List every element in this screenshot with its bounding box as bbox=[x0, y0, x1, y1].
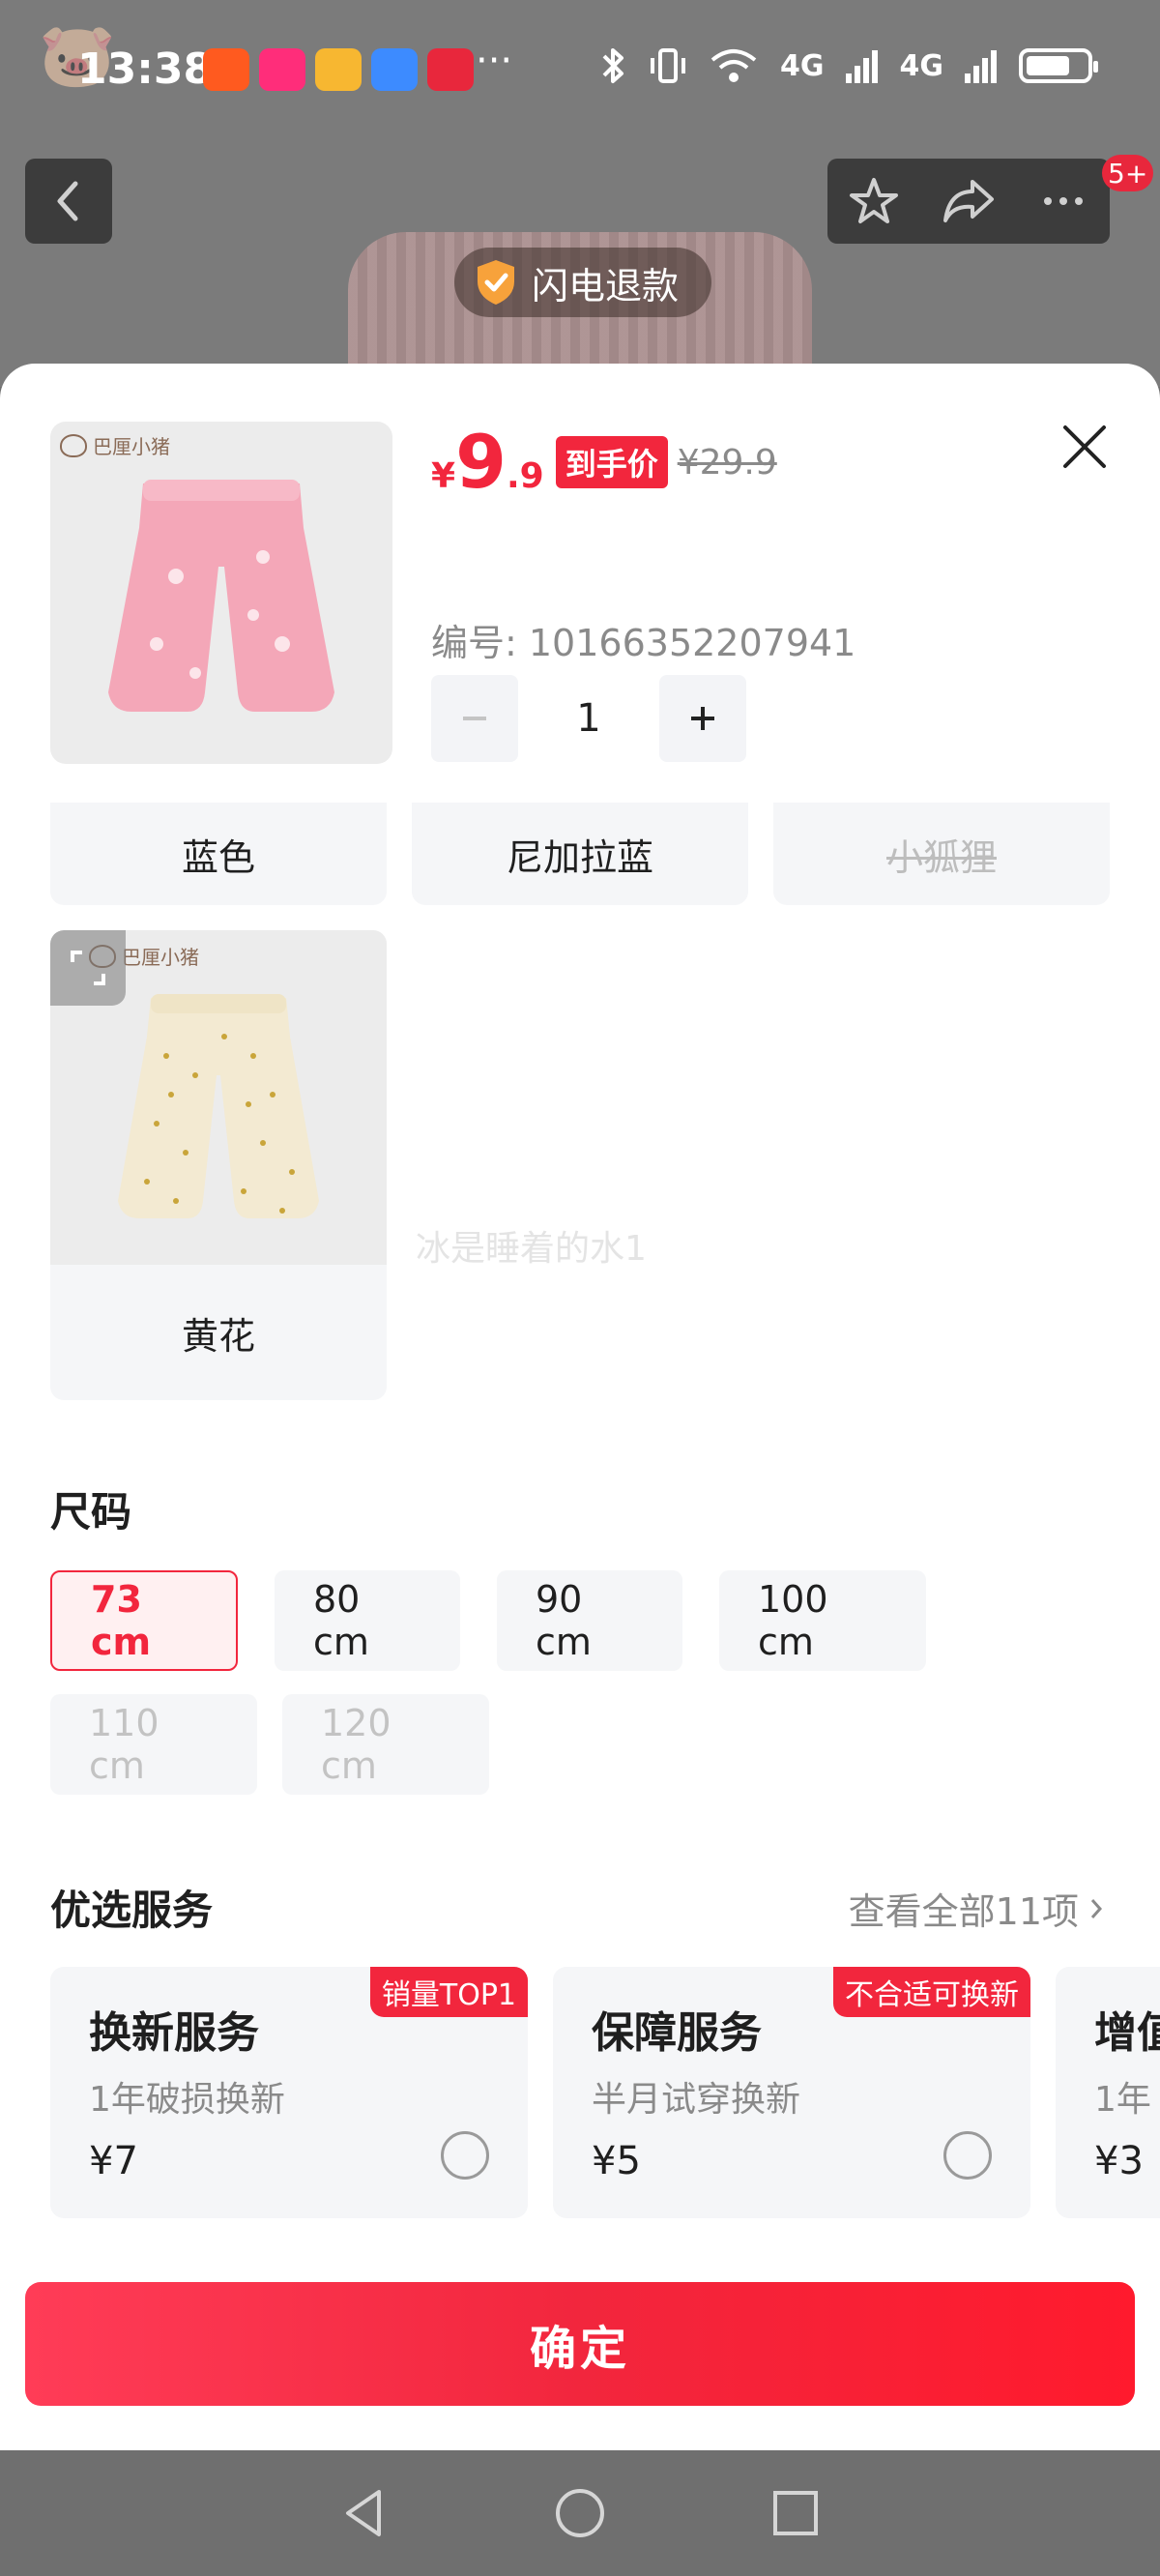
expand-image-button[interactable] bbox=[50, 930, 126, 1006]
brand-name: 巴厘小猪 bbox=[93, 435, 170, 458]
sku-number: 编号: 10166352207941 bbox=[431, 622, 856, 664]
status-system-icons: 4G 4G bbox=[600, 46, 1098, 85]
service-select-radio[interactable] bbox=[943, 2131, 992, 2180]
video-app-icon bbox=[259, 48, 305, 91]
size-option-100[interactable]: 100 cm bbox=[719, 1570, 926, 1671]
color-option-row: 蓝色 尼加拉蓝 小狐狸 bbox=[50, 803, 1110, 905]
price-currency: ¥ bbox=[431, 456, 456, 496]
pink-pants-image bbox=[108, 480, 334, 712]
color-option-niagara-blue[interactable]: 尼加拉蓝 bbox=[412, 803, 748, 905]
vibrate-icon bbox=[651, 48, 685, 83]
service-description: 1年破损换新 bbox=[89, 2080, 285, 2120]
top-action-group bbox=[827, 159, 1110, 244]
size-option-110: 110 cm bbox=[50, 1694, 257, 1795]
status-notification-icons bbox=[203, 48, 474, 91]
nav-recents-square-icon[interactable] bbox=[771, 2489, 820, 2537]
network-4g-label-2: 4G bbox=[899, 48, 944, 83]
lightning-refund-pill: 闪电退款 bbox=[454, 248, 711, 317]
service-name: 增值 bbox=[1094, 2008, 1160, 2058]
battery-icon bbox=[1019, 48, 1098, 83]
service-description: 1年 bbox=[1094, 2080, 1151, 2120]
service-section-title: 优选服务 bbox=[50, 1887, 214, 1934]
color-option-blue[interactable]: 蓝色 bbox=[50, 803, 387, 905]
size-option-120: 120 cm bbox=[282, 1694, 489, 1795]
status-bar: 13:38 ··· 4G 4G bbox=[0, 0, 1160, 145]
service-select-radio[interactable] bbox=[441, 2131, 489, 2180]
confirm-button[interactable]: 确定 bbox=[25, 2282, 1135, 2406]
sku-selection-sheet: 巴厘小猪 ¥ 9 .9 到手价 ¥29.9 编号: 10166352207941… bbox=[0, 364, 1160, 2450]
watermark-text: 冰是睡着的水1 bbox=[416, 1229, 647, 1269]
status-more-icon: ··· bbox=[476, 39, 513, 83]
wifi-icon bbox=[710, 49, 757, 82]
signal-icon-2 bbox=[965, 50, 997, 83]
color-option-label: 黄花 bbox=[181, 1314, 255, 1358]
plus-icon bbox=[691, 707, 714, 730]
system-navigation-bar bbox=[0, 2450, 1160, 2576]
network-4g-label: 4G bbox=[780, 48, 825, 83]
nav-back-triangle-icon[interactable] bbox=[340, 2486, 389, 2540]
service-price: ¥3 bbox=[1094, 2139, 1144, 2183]
view-all-label: 查看全部11项 bbox=[848, 1890, 1079, 1933]
expand-icon bbox=[71, 951, 105, 985]
quantity-stepper: 1 bbox=[431, 675, 746, 762]
pig-logo-icon bbox=[60, 433, 87, 457]
product-thumbnail[interactable]: 巴厘小猪 bbox=[50, 422, 392, 764]
yellow-pants-image: 巴厘小猪 bbox=[50, 930, 387, 1265]
service-badge: 销量TOP1 bbox=[369, 1967, 528, 2017]
service-description: 半月试穿换新 bbox=[592, 2080, 801, 2120]
service-card-protection[interactable]: 不合适可换新 保障服务 半月试穿换新 ¥5 bbox=[553, 1967, 1030, 2218]
price-decimal: .9 bbox=[506, 456, 544, 496]
nav-home-circle-icon[interactable] bbox=[553, 2486, 607, 2540]
decrement-button[interactable] bbox=[431, 675, 518, 762]
minus-icon bbox=[463, 717, 486, 720]
price-integer: 9 bbox=[455, 419, 507, 505]
shield-check-icon bbox=[478, 260, 514, 305]
back-button[interactable] bbox=[25, 159, 112, 244]
favorite-star-icon[interactable] bbox=[847, 174, 901, 228]
service-card-value-added[interactable]: 增值 1年 ¥3 bbox=[1056, 1967, 1160, 2218]
size-section-title: 尺码 bbox=[50, 1488, 132, 1536]
status-time: 13:38 bbox=[77, 44, 214, 94]
chevron-right-icon bbox=[1090, 1898, 1103, 1918]
final-price-tag: 到手价 bbox=[555, 436, 668, 488]
size-option-80[interactable]: 80 cm bbox=[275, 1570, 460, 1671]
signal-icon bbox=[845, 50, 878, 83]
service-badge: 不合适可换新 bbox=[833, 1967, 1030, 2017]
message-app-icon bbox=[371, 48, 418, 91]
service-price: ¥7 bbox=[89, 2139, 138, 2183]
tmall-app-icon bbox=[427, 48, 474, 91]
app-notification-icon bbox=[203, 48, 249, 91]
bluetooth-icon bbox=[602, 48, 624, 83]
quantity-value[interactable]: 1 bbox=[518, 696, 659, 741]
price-row: ¥ 9 .9 到手价 ¥29.9 bbox=[431, 425, 777, 499]
increment-button[interactable] bbox=[659, 675, 746, 762]
size-option-grid: 73 cm 80 cm 90 cm 100 cm 110 cm 120 cm bbox=[50, 1570, 1094, 1795]
color-option-little-fox: 小狐狸 bbox=[773, 803, 1110, 905]
color-option-yellow-flower[interactable]: 巴厘小猪 黄花 bbox=[50, 930, 387, 1400]
share-icon[interactable] bbox=[940, 174, 998, 228]
notification-badge: 5+ bbox=[1102, 155, 1154, 191]
close-icon[interactable] bbox=[1054, 416, 1116, 478]
refund-label: 闪电退款 bbox=[532, 264, 680, 307]
service-card-renewal[interactable]: 销量TOP1 换新服务 1年破损换新 ¥7 bbox=[50, 1967, 528, 2218]
original-price: ¥29.9 bbox=[677, 442, 777, 483]
service-price: ¥5 bbox=[592, 2139, 641, 2183]
brand-tag: 巴厘小猪 bbox=[60, 431, 170, 459]
size-option-90[interactable]: 90 cm bbox=[497, 1570, 682, 1671]
shopping-app-icon bbox=[315, 48, 362, 91]
chevron-left-icon bbox=[57, 181, 78, 221]
size-option-73[interactable]: 73 cm bbox=[50, 1570, 238, 1671]
service-card-row: 销量TOP1 换新服务 1年破损换新 ¥7 不合适可换新 保障服务 半月试穿换新… bbox=[50, 1967, 1160, 2218]
view-all-services-link[interactable]: 查看全部11项 bbox=[849, 1882, 1106, 1935]
more-dots-icon[interactable] bbox=[1036, 174, 1090, 228]
